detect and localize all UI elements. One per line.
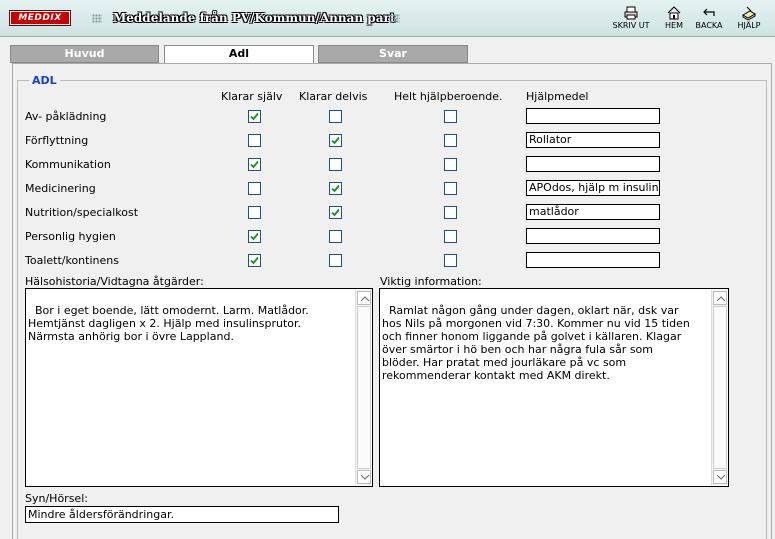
hjalpmedel-input[interactable] bbox=[526, 156, 660, 172]
adl-row-label: Medicinering bbox=[25, 182, 96, 195]
halsohistoria-textarea[interactable]: Bor i eget boende, lätt omodernt. Larm. … bbox=[25, 288, 373, 487]
scroll-up-button[interactable] bbox=[357, 291, 371, 305]
scroll-down-button[interactable] bbox=[357, 470, 371, 484]
viktig-information-label: Viktig information: bbox=[380, 275, 482, 288]
checkbox-klarar-sjalv[interactable] bbox=[248, 206, 261, 219]
checkbox-helt-hjalpberoende[interactable] bbox=[444, 254, 457, 267]
viktig-information-text: Ramlat någon gång under dagen, oklart nä… bbox=[382, 304, 690, 382]
scroll-up-button[interactable] bbox=[713, 291, 727, 305]
checkbox-klarar-sjalv[interactable] bbox=[248, 158, 261, 171]
home-button[interactable]: HEM bbox=[662, 6, 686, 30]
grip-icon bbox=[390, 14, 400, 23]
print-button[interactable]: SKRIV UT bbox=[609, 6, 653, 30]
hjalpmedel-input[interactable] bbox=[526, 252, 660, 268]
halsohistoria-label: Hälsohistoria/Vidtagna åtgärder: bbox=[25, 275, 204, 288]
grip-icon bbox=[92, 14, 102, 23]
checkbox-klarar-delvis[interactable] bbox=[329, 230, 342, 243]
checkbox-helt-hjalpberoende[interactable] bbox=[444, 206, 457, 219]
checkbox-klarar-sjalv[interactable] bbox=[248, 110, 261, 123]
adl-legend: ADL bbox=[29, 74, 60, 87]
scroll-track[interactable] bbox=[713, 306, 727, 469]
column-header-helt-hjalpberoende: Helt hjälpberoende. bbox=[394, 90, 503, 103]
checkmark-icon bbox=[331, 208, 340, 217]
tab-huvud[interactable]: Huvud bbox=[10, 45, 159, 63]
meddix-logo: MEDDIX bbox=[10, 11, 70, 25]
checkbox-klarar-delvis[interactable] bbox=[329, 254, 342, 267]
help-button[interactable]: HJÄLP bbox=[731, 6, 767, 30]
checkbox-helt-hjalpberoende[interactable] bbox=[444, 158, 457, 171]
adl-row-label: Nutrition/specialkost bbox=[25, 206, 139, 219]
viktig-information-textarea[interactable]: Ramlat någon gång under dagen, oklart nä… bbox=[379, 288, 729, 487]
help-book-icon bbox=[742, 6, 756, 20]
hjalpmedel-input[interactable]: Rollator bbox=[526, 132, 660, 148]
checkbox-klarar-sjalv[interactable] bbox=[248, 134, 261, 147]
back-arrow-icon bbox=[703, 8, 715, 16]
hjalpmedel-input[interactable]: APOdos, hjälp m insulin bbox=[526, 180, 660, 196]
adl-row-label: Av- påklädning bbox=[25, 110, 107, 123]
tab-adl[interactable]: Adl bbox=[164, 45, 314, 64]
printer-icon bbox=[624, 6, 638, 20]
scroll-down-button[interactable] bbox=[713, 470, 727, 484]
back-button[interactable]: BACKA bbox=[691, 6, 727, 30]
checkmark-icon bbox=[250, 160, 259, 169]
column-header-hjalpmedel: Hjälpmedel bbox=[526, 90, 589, 103]
checkmark-icon bbox=[331, 136, 340, 145]
adl-row-label: Kommunikation bbox=[25, 158, 111, 171]
app-header: MEDDIX Meddelande från PV/Kommun/Annan p… bbox=[0, 0, 775, 37]
checkmark-icon bbox=[250, 232, 259, 241]
syn-horsel-input[interactable]: Mindre åldersförändringar. bbox=[25, 506, 339, 523]
chevron-up-icon bbox=[361, 296, 369, 301]
checkmark-icon bbox=[250, 256, 259, 265]
checkbox-klarar-delvis[interactable] bbox=[329, 134, 342, 147]
chevron-up-icon bbox=[717, 296, 725, 301]
checkbox-klarar-delvis[interactable] bbox=[329, 158, 342, 171]
scrollbar[interactable] bbox=[355, 290, 371, 485]
chevron-down-icon bbox=[717, 475, 725, 480]
checkbox-klarar-delvis[interactable] bbox=[329, 182, 342, 195]
checkbox-helt-hjalpberoende[interactable] bbox=[444, 182, 457, 195]
tab-svar[interactable]: Svar bbox=[318, 45, 468, 63]
scroll-track[interactable] bbox=[357, 306, 371, 469]
checkmark-icon bbox=[250, 112, 259, 121]
checkbox-klarar-sjalv[interactable] bbox=[248, 254, 261, 267]
chevron-down-icon bbox=[361, 475, 369, 480]
hjalpmedel-input[interactable]: matlådor bbox=[526, 204, 660, 220]
checkbox-klarar-delvis[interactable] bbox=[329, 206, 342, 219]
checkbox-klarar-sjalv[interactable] bbox=[248, 182, 261, 195]
checkbox-helt-hjalpberoende[interactable] bbox=[444, 110, 457, 123]
checkbox-klarar-sjalv[interactable] bbox=[248, 230, 261, 243]
checkbox-helt-hjalpberoende[interactable] bbox=[444, 230, 457, 243]
checkmark-icon bbox=[331, 184, 340, 193]
adl-row-label: Toalett/kontinens bbox=[25, 254, 119, 267]
home-icon bbox=[667, 6, 681, 20]
adl-row-label: Personlig hygien bbox=[25, 230, 116, 243]
hjalpmedel-input[interactable] bbox=[526, 108, 660, 124]
halsohistoria-text: Bor i eget boende, lätt omodernt. Larm. … bbox=[28, 304, 309, 343]
page-title: Meddelande från PV/Kommun/Annan part bbox=[113, 11, 396, 25]
checkbox-helt-hjalpberoende[interactable] bbox=[444, 134, 457, 147]
syn-horsel-label: Syn/Hörsel: bbox=[25, 492, 88, 505]
hjalpmedel-input[interactable] bbox=[526, 228, 660, 244]
checkbox-klarar-delvis[interactable] bbox=[329, 110, 342, 123]
scrollbar[interactable] bbox=[711, 290, 727, 485]
column-header-klarar-sjalv: Klarar själv bbox=[221, 90, 283, 103]
adl-row-label: Förflyttning bbox=[25, 134, 89, 147]
column-header-klarar-delvis: Klarar delvis bbox=[299, 90, 368, 103]
